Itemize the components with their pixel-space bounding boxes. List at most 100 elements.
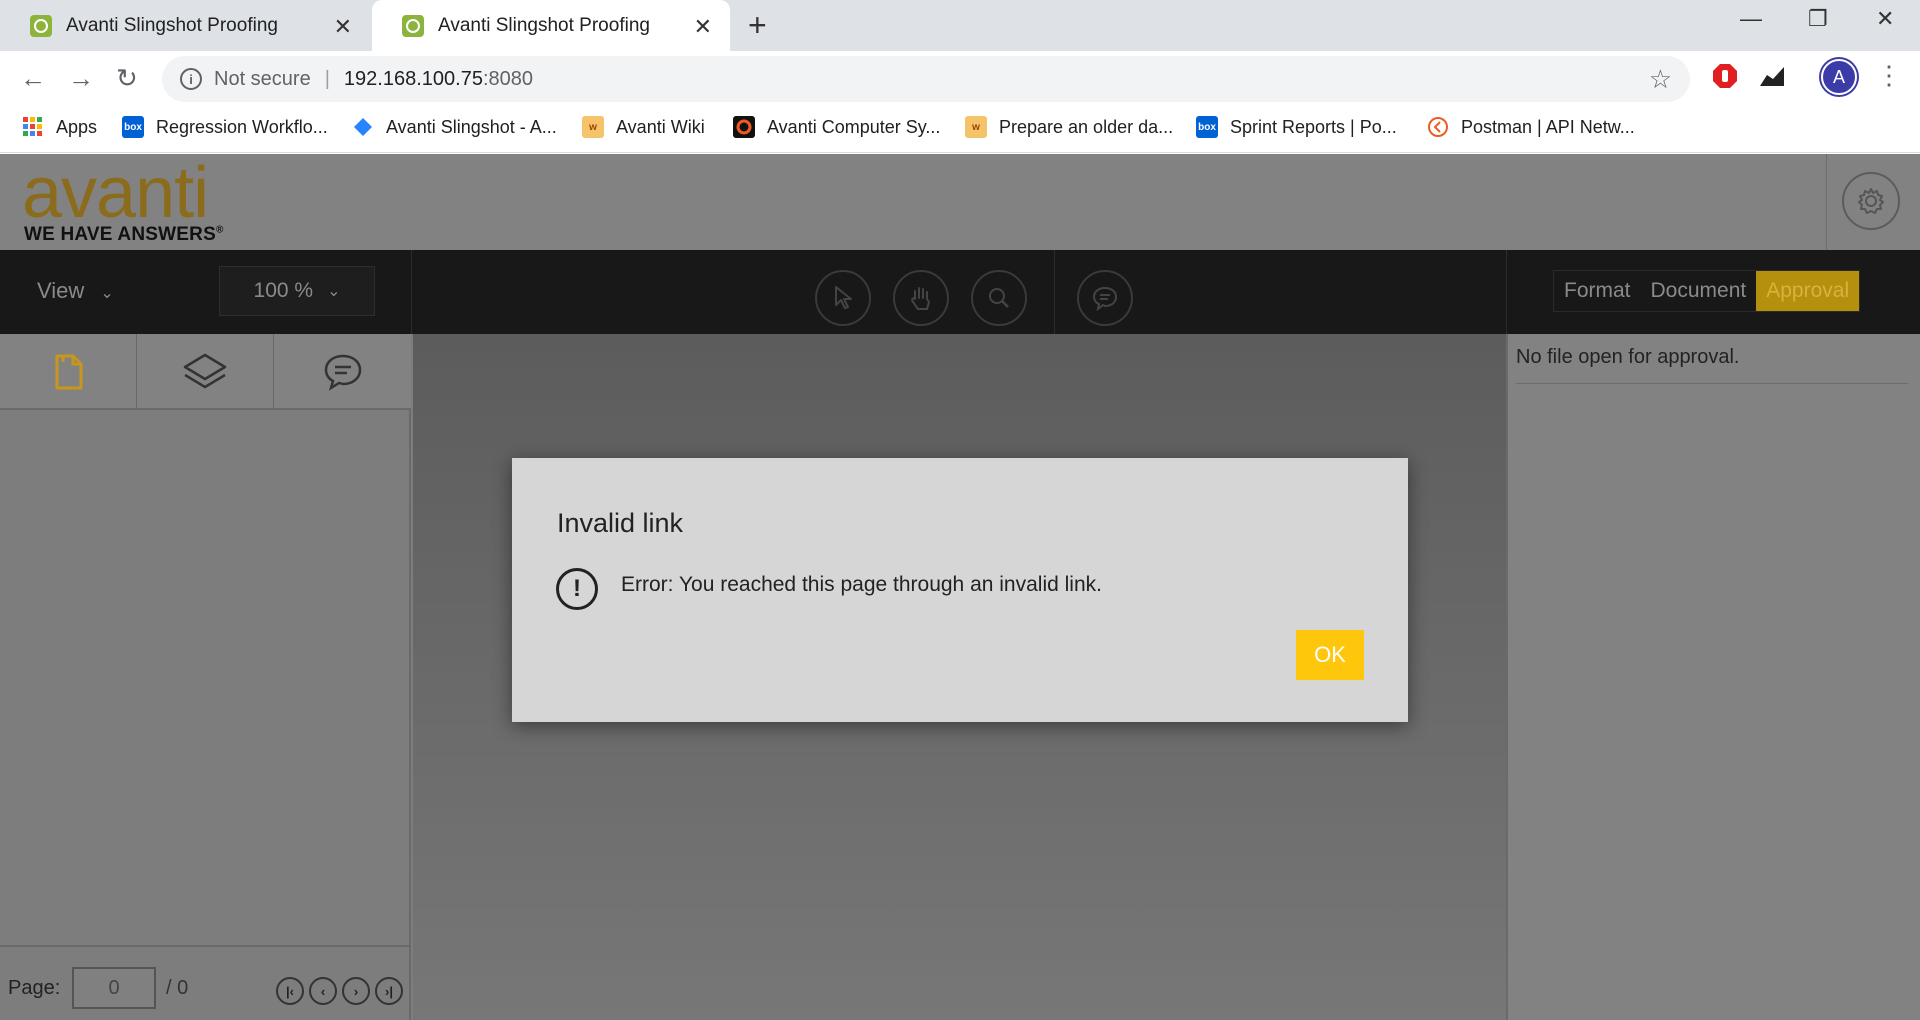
apps-grid-icon	[22, 116, 44, 138]
box-icon: box	[122, 116, 144, 138]
toolbar-divider	[1506, 250, 1507, 334]
bookmark-regression-workflow[interactable]: box Regression Workflo...	[122, 105, 328, 149]
forward-arrow-icon[interactable]: →	[68, 63, 94, 93]
mode-approval-button[interactable]: Approval	[1756, 271, 1860, 311]
zoom-value: 100 %	[253, 279, 314, 302]
bookmark-apps[interactable]: Apps	[22, 105, 97, 149]
approval-panel: No file open for approval.	[1506, 334, 1920, 1020]
page-icon	[55, 354, 83, 390]
tab-layers[interactable]	[137, 334, 274, 410]
zoom-select[interactable]: 100 % ⌄	[219, 266, 375, 316]
layers-icon	[183, 353, 227, 389]
page-thumbnails-area	[0, 412, 409, 947]
bookmark-label: Postman | API Netw...	[1461, 116, 1635, 137]
comment-bubble-icon	[1092, 286, 1118, 311]
bookmark-postman[interactable]: Postman | API Netw...	[1427, 105, 1635, 149]
pan-hand-tool[interactable]	[893, 270, 949, 326]
back-arrow-icon[interactable]: ←	[20, 63, 46, 93]
tab-title: Avanti Slingshot Proofing	[438, 14, 650, 36]
comment-tool[interactable]	[1077, 270, 1133, 326]
prev-page-icon[interactable]: ‹	[309, 977, 337, 1005]
jira-icon	[352, 116, 374, 138]
bookmark-label: Regression Workflo...	[156, 116, 328, 137]
url-host: 192.168.100.75	[343, 67, 483, 90]
header-divider	[1826, 154, 1827, 250]
close-window-icon[interactable]: ✕	[1876, 6, 1894, 32]
view-label: View	[37, 278, 85, 303]
chevron-down-icon: ⌄	[100, 285, 114, 302]
toolbar-divider	[1054, 250, 1055, 334]
address-separator: |	[324, 67, 330, 90]
profile-avatar[interactable]: A	[1821, 59, 1857, 95]
select-pointer-tool[interactable]	[815, 270, 871, 326]
minimize-icon[interactable]: —	[1740, 6, 1762, 32]
view-dropdown[interactable]: View ⌄	[37, 278, 114, 304]
hand-icon	[911, 287, 931, 310]
bookmark-avanti-slingshot[interactable]: Avanti Slingshot - A...	[352, 105, 557, 149]
wiki-icon: w	[965, 116, 987, 138]
info-icon[interactable]: i	[180, 68, 202, 90]
dialog-message: Error: You reached this page through an …	[621, 573, 1102, 596]
zoom-magnifier-tool[interactable]	[971, 270, 1027, 326]
page-label: Page:	[8, 977, 61, 999]
tab-pages[interactable]	[0, 334, 137, 410]
close-tab-icon[interactable]: ✕	[694, 14, 712, 40]
bookmark-star-icon[interactable]: ☆	[1649, 64, 1672, 95]
slingshot-favicon-icon	[30, 14, 52, 37]
bookmark-label: Avanti Wiki	[616, 116, 705, 137]
left-panel-tabs	[0, 334, 411, 410]
bookmarks-bar: Apps box Regression Workflo... Avanti Sl…	[0, 105, 1920, 153]
chevron-down-icon: ⌄	[327, 283, 341, 300]
avanti-o-icon	[733, 116, 755, 138]
logo-tagline-text: WE HAVE ANSWERS	[24, 224, 216, 245]
bookmark-prepare-older-data[interactable]: w Prepare an older da...	[965, 105, 1173, 149]
mode-document-button[interactable]: Document	[1641, 271, 1757, 311]
restore-icon[interactable]: ❐	[1808, 6, 1828, 32]
kebab-menu-icon[interactable]: ⋮	[1876, 60, 1902, 90]
reload-icon[interactable]: ↻	[116, 63, 138, 93]
bookmark-label: Sprint Reports | Po...	[1230, 116, 1397, 137]
browser-tab-1[interactable]: Avanti Slingshot Proofing ✕	[0, 0, 370, 51]
comment-bubble-icon	[324, 354, 361, 391]
new-tab-button[interactable]: +	[748, 8, 767, 42]
close-tab-icon[interactable]: ✕	[334, 14, 352, 40]
proofing-app: avanti WE HAVE ANSWERS® View ⌄ 100 % ⌄ F…	[0, 154, 1920, 1020]
url-port: :8080	[482, 67, 534, 90]
bookmark-avanti-computer-systems[interactable]: Avanti Computer Sy...	[733, 105, 940, 149]
bookmark-label: Avanti Computer Sy...	[767, 116, 941, 137]
tab-comments[interactable]	[274, 334, 411, 410]
bookmark-label: Apps	[56, 116, 98, 137]
next-page-icon[interactable]: ›	[342, 977, 370, 1005]
bookmark-sprint-reports[interactable]: box Sprint Reports | Po...	[1196, 105, 1397, 149]
address-bar[interactable]: i Not secure | 192.168.100.75 :8080 ☆	[162, 56, 1690, 102]
exclamation-icon: !	[556, 568, 598, 610]
adblock-extension-icon[interactable]	[1712, 63, 1738, 94]
app-toolbar: View ⌄ 100 % ⌄ Format Document Approval	[0, 250, 1920, 334]
postman-icon	[1427, 116, 1449, 138]
invalid-link-dialog: Invalid link ! Error: You reached this p…	[512, 458, 1408, 722]
avanti-logo: avanti	[22, 153, 209, 233]
slingshot-favicon-icon	[402, 14, 424, 37]
left-panel: Page: 0 / 0 |‹ ‹ › ›|	[0, 334, 411, 1020]
wiki-icon: w	[582, 116, 604, 138]
pointer-icon	[835, 286, 852, 309]
browser-tab-strip: Avanti Slingshot Proofing ✕ Avanti Sling…	[0, 0, 1920, 51]
ok-button[interactable]: OK	[1296, 630, 1364, 680]
dialog-title: Invalid link	[557, 508, 684, 538]
bookmark-label: Avanti Slingshot - A...	[386, 116, 557, 137]
browser-tab-2[interactable]: Avanti Slingshot Proofing ✕	[372, 0, 730, 51]
last-page-icon[interactable]: ›|	[375, 977, 403, 1005]
browser-toolbar: ← → ↻ i Not secure | 192.168.100.75 :808…	[0, 51, 1920, 105]
tab-title: Avanti Slingshot Proofing	[66, 14, 278, 36]
page-number-input[interactable]: 0	[72, 967, 156, 1009]
page-navigator: Page: 0 / 0 |‹ ‹ › ›|	[0, 949, 409, 1020]
bookmark-label: Prepare an older da...	[999, 116, 1174, 137]
page-total: / 0	[166, 977, 189, 999]
mode-format-button[interactable]: Format	[1554, 271, 1641, 311]
bookmark-avanti-wiki[interactable]: w Avanti Wiki	[582, 105, 705, 149]
toolbar-divider	[411, 250, 412, 334]
chart-extension-icon[interactable]	[1759, 65, 1785, 92]
logo-registered-mark: ®	[215, 224, 224, 236]
first-page-icon[interactable]: |‹	[276, 977, 304, 1005]
settings-gear-icon[interactable]	[1842, 172, 1900, 230]
